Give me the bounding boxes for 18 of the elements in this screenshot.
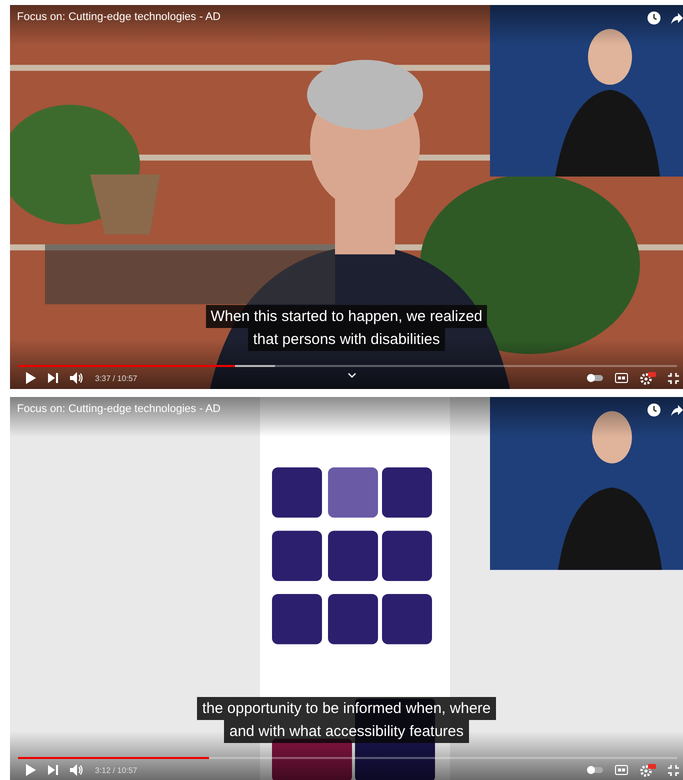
volume-icon[interactable] bbox=[70, 372, 83, 384]
autoplay-toggle[interactable] bbox=[587, 766, 603, 774]
share-icon[interactable] bbox=[671, 11, 683, 25]
video-player[interactable]: Focus on: Cutting-edge technologies - AD When this started to happen, we realized that persons with disabilities 3:37 / 10:57 bbox=[10, 5, 683, 389]
clock-icon[interactable] bbox=[647, 403, 661, 417]
autoplay-toggle[interactable] bbox=[587, 374, 603, 382]
next-icon[interactable] bbox=[48, 373, 58, 383]
share-icon[interactable] bbox=[671, 403, 683, 417]
settings-icon[interactable] bbox=[640, 372, 656, 384]
time-display: 3:12 / 10:57 bbox=[95, 766, 138, 774]
chevron-icon[interactable] bbox=[348, 373, 356, 378]
time-display: 3:37 / 10:57 bbox=[95, 374, 138, 382]
video-title[interactable]: Focus on: Cutting-edge technologies - AD bbox=[17, 11, 221, 23]
exit-fullscreen-icon[interactable] bbox=[668, 372, 679, 384]
clock-icon[interactable] bbox=[647, 11, 661, 25]
video-player[interactable]: Focus on: Cutting-edge technologies - AD the opportunity to be informed when, where and with what accessibility features 3:12 / 10:57 bbox=[10, 397, 683, 780]
captions-icon[interactable] bbox=[615, 373, 628, 383]
play-icon[interactable] bbox=[26, 372, 36, 384]
